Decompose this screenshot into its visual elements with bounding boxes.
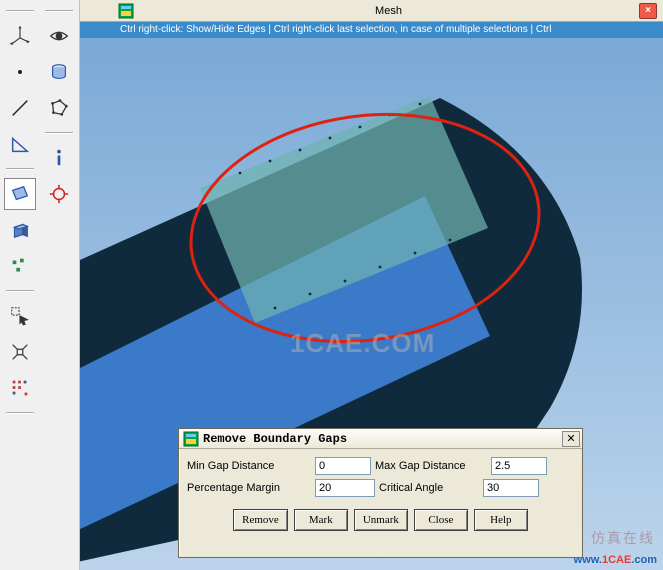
dialog-remove-boundary-gaps: Remove Boundary Gaps ✕ Min Gap Distance … <box>178 428 583 558</box>
toolbar-separator <box>6 10 34 12</box>
target-icon[interactable] <box>43 178 75 210</box>
dialog-close-icon[interactable]: ✕ <box>562 431 580 447</box>
close-button[interactable]: Close <box>414 509 468 531</box>
panel-titlebar: Mesh × <box>80 0 663 22</box>
toolbar-separator <box>6 290 34 292</box>
eye-icon[interactable] <box>43 20 75 52</box>
pct-margin-input[interactable] <box>315 479 375 497</box>
pattern-icon[interactable] <box>4 250 36 282</box>
polygon-outline-icon[interactable] <box>43 92 75 124</box>
crit-angle-input[interactable] <box>483 479 539 497</box>
pct-margin-label: Percentage Margin <box>187 482 315 494</box>
unmark-button[interactable]: Unmark <box>354 509 408 531</box>
dialog-title: Remove Boundary Gaps <box>203 432 562 446</box>
toolbar-separator <box>6 412 34 414</box>
remove-button[interactable]: Remove <box>233 509 288 531</box>
nodes-grid-icon[interactable] <box>4 372 36 404</box>
panel-title: Mesh <box>138 5 639 17</box>
point-icon[interactable] <box>4 56 36 88</box>
min-gap-input[interactable] <box>315 457 371 475</box>
select-cursor-icon[interactable] <box>4 300 36 332</box>
expand-arrows-icon[interactable] <box>4 336 36 368</box>
line-icon[interactable] <box>4 92 36 124</box>
hint-bar: Ctrl right-click: Show/Hide Edges | Ctrl… <box>80 22 663 38</box>
toolbar-separator <box>45 10 73 12</box>
mark-button[interactable]: Mark <box>294 509 348 531</box>
max-gap-input[interactable] <box>491 457 547 475</box>
crit-angle-label: Critical Angle <box>379 482 483 494</box>
rotate-axes-icon[interactable] <box>4 20 36 52</box>
toolbar-separator <box>45 132 73 134</box>
max-gap-label: Max Gap Distance <box>375 460 491 472</box>
dialog-body: Min Gap Distance Max Gap Distance Percen… <box>179 449 582 531</box>
help-button[interactable]: Help <box>474 509 528 531</box>
app-icon <box>118 3 134 19</box>
toolbar-col-1 <box>0 0 40 570</box>
info-icon[interactable] <box>43 142 75 174</box>
watermark-url: www.1CAE.com <box>574 551 657 566</box>
left-toolbars <box>0 0 80 570</box>
min-gap-label: Min Gap Distance <box>187 460 315 472</box>
close-icon[interactable]: × <box>639 3 657 19</box>
cylinder-icon[interactable] <box>43 56 75 88</box>
dialog-titlebar[interactable]: Remove Boundary Gaps ✕ <box>179 429 582 449</box>
solid-box-icon[interactable] <box>4 214 36 246</box>
triangle-icon[interactable] <box>4 128 36 160</box>
app-root: Mesh × Ctrl right-click: Show/Hide Edges… <box>0 0 663 570</box>
dialog-icon <box>183 431 199 447</box>
toolbar-col-2 <box>40 0 80 570</box>
face-select-icon[interactable] <box>4 178 36 210</box>
watermark-cn: 仿真在线 <box>591 528 655 548</box>
toolbar-separator <box>6 168 34 170</box>
